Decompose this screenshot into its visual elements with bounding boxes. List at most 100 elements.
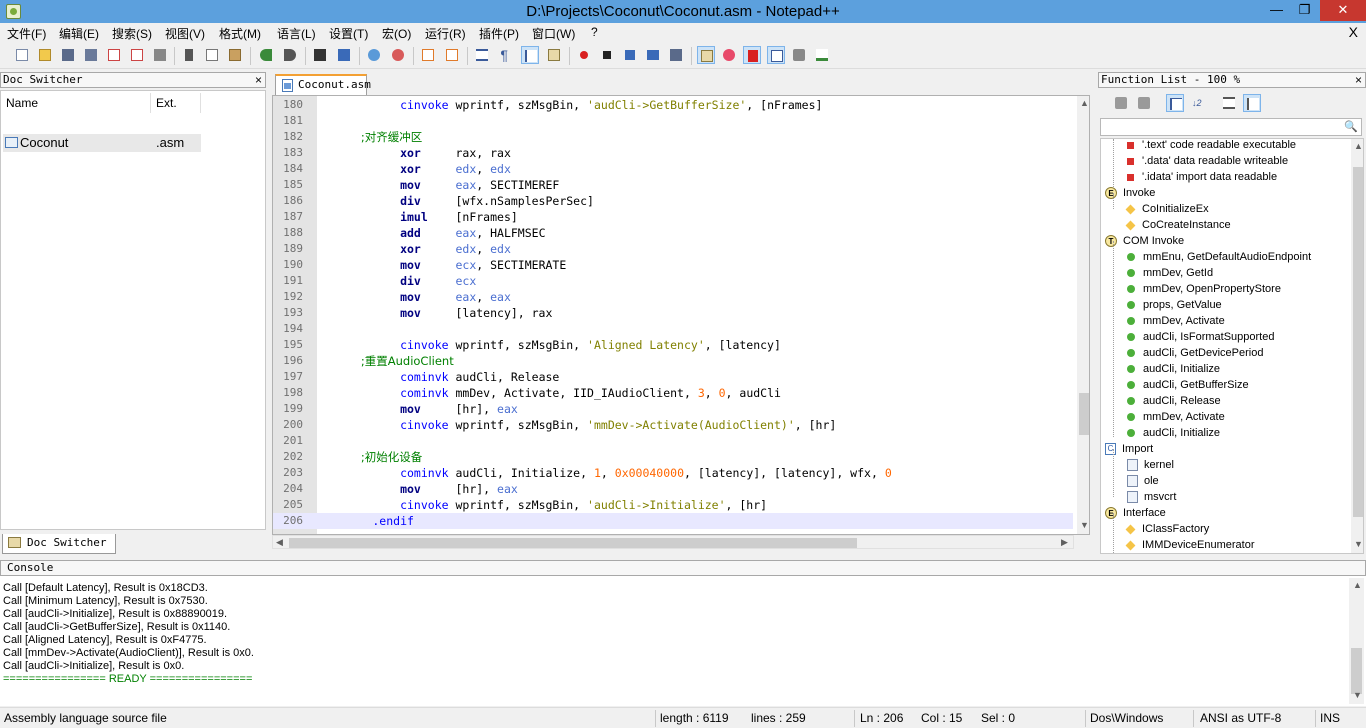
code-line[interactable]: 190 mov ecx, SECTIMERATE [273, 257, 1073, 273]
doc-switcher-row[interactable]: Coconut .asm [3, 134, 201, 152]
code-line[interactable]: 198 cominvk mmDev, Activate, IID_IAudioC… [273, 385, 1073, 401]
code-line[interactable]: 197 cominvk audCli, Release [273, 369, 1073, 385]
console-scroll-thumb[interactable] [1351, 648, 1362, 694]
code-line[interactable]: 196 ;重置AudioClient [273, 353, 1073, 369]
menu-plugins[interactable]: 插件(P) [479, 25, 519, 42]
code-line[interactable]: 188 add eax, HALFMSEC [273, 225, 1073, 241]
function-list-item[interactable]: audCli, GetDevicePeriod [1127, 345, 1263, 361]
scroll-right-icon[interactable]: ▶ [1061, 537, 1068, 548]
menu-settings[interactable]: 设置(T) [329, 25, 368, 42]
code-line[interactable]: 201 [273, 433, 1073, 449]
code-line[interactable]: 202 ;初始化设备 [273, 449, 1073, 465]
function-list-item[interactable]: E Interface [1105, 505, 1166, 521]
console-scroll-down-icon[interactable]: ▼ [1353, 690, 1362, 700]
function-list-close-button[interactable]: × [1355, 73, 1362, 87]
code-line[interactable]: 182 ;对齐缓冲区 [273, 129, 1073, 145]
function-list-item[interactable]: audCli, Initialize [1127, 361, 1220, 377]
menu-view[interactable]: 视图(V) [165, 25, 205, 42]
sync-horizontal-icon[interactable] [443, 46, 461, 64]
code-line[interactable]: 203 cominvk audCli, Initialize, 1, 0x000… [273, 465, 1073, 481]
list-view-icon[interactable] [1220, 94, 1238, 112]
code-line[interactable]: 206 .endif [273, 513, 1073, 529]
code-line[interactable]: 180 cinvoke wprintf, szMsgBin, 'audCli->… [273, 97, 1073, 113]
magnifier-icon[interactable]: 🔍 [1344, 120, 1358, 133]
stop-macro-icon[interactable] [598, 46, 616, 64]
replace-icon[interactable] [335, 46, 353, 64]
copy-icon[interactable] [203, 46, 221, 64]
code-line[interactable]: 193 mov [latency], rax [273, 305, 1073, 321]
code-line[interactable]: 186 div [wfx.nSamplesPerSec] [273, 193, 1073, 209]
fl-scroll-thumb[interactable] [1353, 167, 1363, 517]
function-list-item[interactable]: mmDev, Activate [1127, 409, 1225, 425]
collapse-all-icon[interactable] [1112, 94, 1130, 112]
expand-all-icon[interactable] [1135, 94, 1153, 112]
menu-search[interactable]: 搜索(S) [112, 25, 152, 42]
code-line[interactable]: 205 cinvoke wprintf, szMsgBin, 'audCli->… [273, 497, 1073, 513]
function-list-item[interactable]: ole [1127, 473, 1159, 489]
save-all-icon[interactable] [82, 46, 100, 64]
menu-language[interactable]: 语言(L) [277, 25, 316, 42]
function-list-item[interactable]: IMMDeviceEnumerator [1125, 537, 1254, 553]
language-icon[interactable] [545, 46, 563, 64]
record-macro-icon[interactable] [575, 46, 593, 64]
plugin-tool-icon[interactable] [790, 46, 808, 64]
function-list-item[interactable]: mmEnu, GetDefaultAudioEndpoint [1127, 249, 1311, 265]
function-list-item[interactable]: props, GetValue [1127, 297, 1222, 313]
menu-format[interactable]: 格式(M) [219, 25, 261, 42]
code-line[interactable]: 191 div ecx [273, 273, 1073, 289]
sort-natural-icon[interactable] [1166, 94, 1184, 112]
function-list-item[interactable]: T COM Invoke [1105, 233, 1184, 249]
code-line[interactable]: 192 mov eax, eax [273, 289, 1073, 305]
fl-scroll-down-icon[interactable]: ▼ [1354, 539, 1363, 549]
function-list-item[interactable]: mmDev, Activate [1127, 313, 1225, 329]
code-line[interactable]: 199 mov [hr], eax [273, 401, 1073, 417]
function-list-item[interactable]: audCli, GetBufferSize [1127, 377, 1249, 393]
show-all-chars-icon[interactable]: ¶ [497, 46, 515, 64]
status-insert-mode[interactable]: INS [1320, 711, 1340, 725]
function-list-item[interactable]: '.data' data readable writeable [1127, 153, 1288, 169]
status-encoding[interactable]: ANSI as UTF-8 [1200, 711, 1281, 725]
editor-vertical-scrollbar[interactable]: ▲ ▼ [1077, 96, 1089, 534]
zoom-out-icon[interactable] [389, 46, 407, 64]
function-list-item[interactable]: audCli, Release [1127, 393, 1221, 409]
sync-vertical-icon[interactable] [419, 46, 437, 64]
doc-switcher-col-ext[interactable]: Ext. [151, 93, 201, 113]
code-line[interactable]: 185 mov eax, SECTIMEREF [273, 177, 1073, 193]
close-button[interactable]: ✕ [1320, 0, 1366, 21]
close-document-button[interactable]: X [1349, 24, 1358, 40]
sort-alpha-icon[interactable]: ↓2 [1189, 94, 1207, 112]
title-bar[interactable]: D:\Projects\Coconut\Coconut.asm - Notepa… [0, 0, 1366, 23]
code-line[interactable]: 183 xor rax, rax [273, 145, 1073, 161]
function-list-item[interactable]: mmDev, OpenPropertyStore [1127, 281, 1281, 297]
function-list-item[interactable]: '.idata' import data readable [1127, 169, 1277, 185]
save-icon[interactable] [59, 46, 77, 64]
function-list-item[interactable]: '.text' code readable executable [1127, 139, 1296, 153]
code-line[interactable]: 204 mov [hr], eax [273, 481, 1073, 497]
code-editor[interactable]: 180 cinvoke wprintf, szMsgBin, 'audCli->… [272, 95, 1090, 535]
tree-view-icon[interactable] [1243, 94, 1261, 112]
doc-switcher-icon[interactable] [697, 46, 715, 64]
maximize-button[interactable]: ❐ [1291, 0, 1318, 21]
menu-edit[interactable]: 编辑(E) [59, 25, 99, 42]
code-line[interactable]: 194 [273, 321, 1073, 337]
menu-run[interactable]: 运行(R) [425, 25, 466, 42]
editor-vscroll-thumb[interactable] [1079, 393, 1089, 435]
indent-guide-icon[interactable] [521, 46, 539, 64]
menu-macro[interactable]: 宏(O) [382, 25, 411, 42]
function-list-icon[interactable] [743, 46, 761, 64]
console-icon[interactable] [767, 46, 785, 64]
fl-scroll-up-icon[interactable]: ▲ [1354, 141, 1363, 151]
close-all-icon[interactable] [128, 46, 146, 64]
scroll-left-icon[interactable]: ◀ [276, 537, 283, 548]
menu-file[interactable]: 文件(F) [7, 25, 46, 42]
print-icon[interactable] [151, 46, 169, 64]
function-list-item[interactable]: audCli, IsFormatSupported [1127, 329, 1274, 345]
doc-switcher-col-name[interactable]: Name [1, 93, 151, 113]
menu-help[interactable]: ? [591, 25, 598, 39]
paste-icon[interactable] [226, 46, 244, 64]
code-line[interactable]: 181 [273, 113, 1073, 129]
function-list-item[interactable]: msvcrt [1127, 489, 1176, 505]
code-line[interactable]: 189 xor edx, edx [273, 241, 1073, 257]
run-macro-multiple-icon[interactable] [644, 46, 662, 64]
function-list-item[interactable]: mmDev, GetId [1127, 265, 1213, 281]
